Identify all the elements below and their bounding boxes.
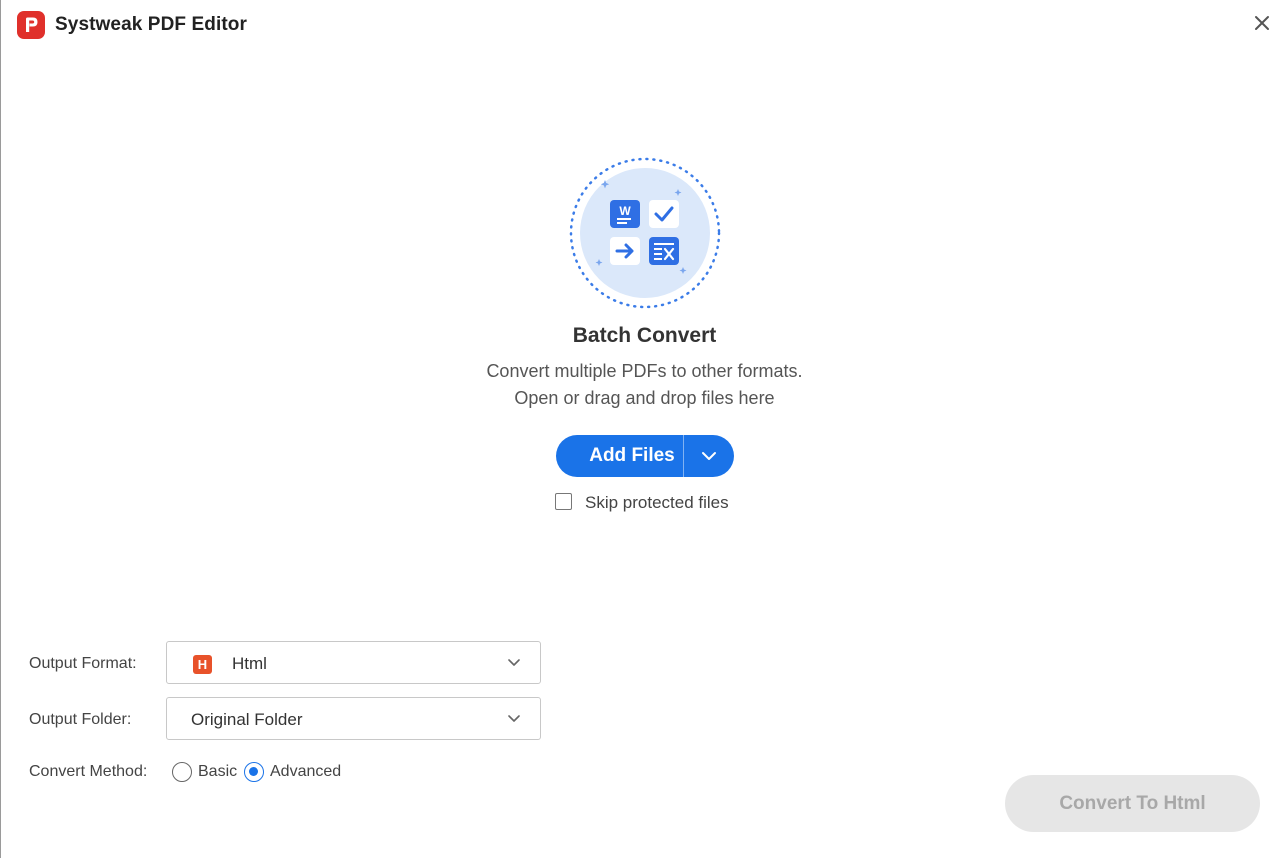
arrow-right-icon (610, 237, 640, 265)
close-icon (1255, 16, 1269, 30)
app-window: Systweak PDF Editor W Batch Convert Conv… (0, 0, 1279, 858)
output-folder-select[interactable]: Original Folder (166, 697, 541, 740)
chevron-down-icon (508, 659, 520, 666)
output-format-value: Html (232, 654, 267, 673)
app-title: Systweak PDF Editor (55, 14, 247, 35)
excel-icon (649, 237, 679, 265)
advanced-radio-label[interactable]: Advanced (270, 763, 341, 781)
output-format-label: Output Format: (29, 655, 137, 672)
skip-protected-checkbox[interactable] (555, 493, 572, 510)
title-bar: Systweak PDF Editor (1, 0, 1279, 50)
basic-radio[interactable] (172, 762, 192, 782)
output-format-select[interactable]: H Html (166, 641, 541, 684)
html-format-icon: H (193, 655, 212, 674)
convert-method-label: Convert Method: (29, 763, 148, 780)
convert-to-html-button[interactable]: Convert To Html (1005, 775, 1260, 832)
batch-convert-heading: Batch Convert (572, 324, 717, 347)
basic-radio-label[interactable]: Basic (198, 763, 237, 781)
batch-convert-subtitle-line2: Open or drag and drop files here (514, 388, 775, 408)
add-files-split-button: Add Files (556, 435, 734, 477)
convert-button-label: Convert To Html (1059, 793, 1206, 814)
add-files-button[interactable]: Add Files (556, 435, 683, 477)
checkmark-icon (649, 200, 679, 228)
batch-convert-illustration: W (567, 155, 723, 311)
advanced-radio[interactable] (244, 762, 264, 782)
chevron-down-icon (508, 715, 520, 722)
output-folder-label: Output Folder: (29, 711, 132, 728)
add-files-dropdown-button[interactable] (684, 435, 734, 477)
svg-text:W: W (619, 204, 631, 218)
word-doc-icon: W (610, 200, 640, 228)
skip-protected-label[interactable]: Skip protected files (585, 493, 729, 513)
app-logo-icon (17, 11, 45, 39)
close-button[interactable] (1249, 10, 1275, 36)
batch-convert-subtitle-line1: Convert multiple PDFs to other formats. (486, 361, 803, 381)
chevron-down-icon (702, 452, 716, 460)
output-folder-value: Original Folder (191, 710, 303, 729)
